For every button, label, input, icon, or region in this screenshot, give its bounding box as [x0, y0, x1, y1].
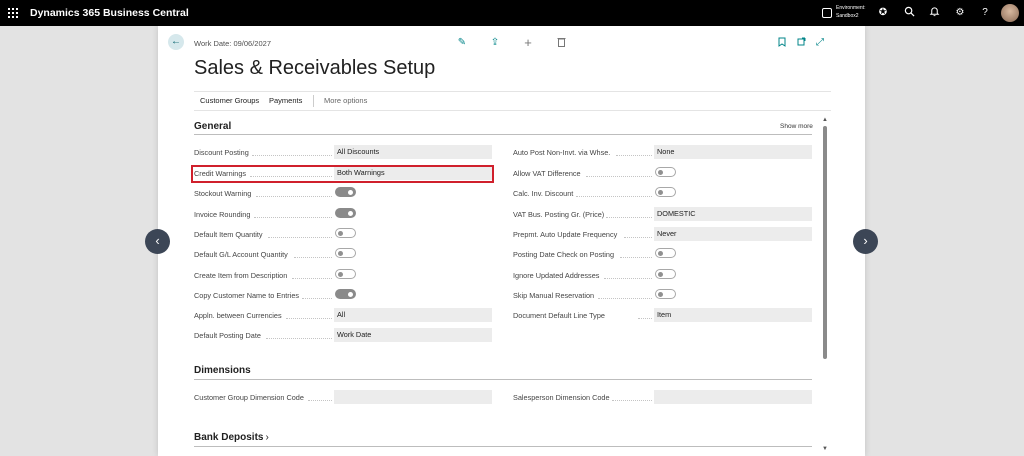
- field-leader: [302, 298, 332, 299]
- back-arrow-icon[interactable]: ←: [168, 34, 184, 50]
- field-label-posting-date-check: Posting Date Check on Posting: [513, 250, 614, 259]
- field-label-ignore-updated-addresses: Ignore Updated Addresses: [513, 271, 600, 280]
- work-date: Work Date: 09/06/2027: [194, 39, 271, 48]
- field-auto-post-non-invt[interactable]: None: [654, 145, 812, 159]
- bookmark-icon[interactable]: [776, 37, 788, 50]
- field-label-copy-customer-name: Copy Customer Name to Entries: [194, 291, 300, 300]
- field-leader: [576, 196, 652, 197]
- toggle-skip-manual-reservation[interactable]: [655, 289, 676, 299]
- field-leader: [256, 196, 332, 197]
- expand-icon[interactable]: ⤢: [814, 37, 826, 48]
- scroll-down-arrow[interactable]: ▼: [822, 446, 828, 452]
- add-icon[interactable]: +: [522, 35, 534, 50]
- field-leader: [292, 278, 332, 279]
- field-label-auto-post-non-invt: Auto Post Non-Invt. via Whse.: [513, 148, 611, 157]
- environment-label[interactable]: Environment: Sandbox2: [836, 4, 865, 20]
- field-leader: [606, 217, 652, 218]
- avatar[interactable]: [1001, 4, 1019, 22]
- field-salesperson-dimension[interactable]: [654, 390, 812, 404]
- field-leader: [586, 176, 652, 177]
- field-leader: [616, 155, 652, 156]
- field-leader: [624, 237, 652, 238]
- edit-icon[interactable]: ✎: [456, 37, 468, 48]
- field-leader: [308, 400, 332, 401]
- scroll-up-arrow[interactable]: ▲: [822, 117, 828, 123]
- field-label-stockout-warning: Stockout Warning: [194, 189, 252, 198]
- field-leader: [620, 257, 652, 258]
- toggle-ignore-updated-addresses[interactable]: [655, 269, 676, 279]
- chevron-right-icon: ›: [265, 432, 269, 443]
- scrollbar-thumb[interactable]: [823, 126, 827, 359]
- credit-warnings-highlight: [191, 165, 494, 183]
- gear-icon[interactable]: ⚙: [953, 6, 967, 20]
- section-divider: [194, 379, 812, 380]
- copilot-icon[interactable]: ✪: [876, 6, 890, 20]
- field-label-invoice-rounding: Invoice Rounding: [194, 210, 251, 219]
- bell-icon[interactable]: [927, 6, 941, 20]
- toggle-posting-date-check[interactable]: [655, 248, 676, 258]
- chevron-right-icon[interactable]: ›: [853, 229, 878, 254]
- field-document-default-line-type[interactable]: Item: [654, 308, 812, 322]
- field-leader: [294, 257, 332, 258]
- search-icon[interactable]: [902, 6, 916, 20]
- help-icon[interactable]: ?: [978, 6, 992, 20]
- show-more-link[interactable]: Show more: [780, 123, 813, 130]
- toggle-default-gl-account-quantity[interactable]: [335, 248, 356, 258]
- action-divider: [313, 95, 314, 107]
- app-name[interactable]: Dynamics 365 Business Central: [30, 7, 189, 19]
- section-divider: [194, 446, 812, 447]
- field-label-appln-between-currencies: Appln. between Currencies: [194, 311, 282, 320]
- action-more-options[interactable]: More options: [324, 96, 367, 105]
- field-leader: [638, 318, 652, 319]
- chevron-left-icon[interactable]: ‹: [145, 229, 170, 254]
- field-default-posting-date[interactable]: Work Date: [334, 328, 492, 342]
- environment-icon[interactable]: [822, 8, 832, 18]
- field-label-create-item-from-description: Create Item from Description: [194, 271, 288, 280]
- field-label-default-gl-account-quantity: Default G/L Account Quantity: [194, 250, 288, 259]
- waffle-icon[interactable]: [8, 8, 18, 18]
- field-label-document-default-line-type: Document Default Line Type: [513, 311, 605, 320]
- field-label-default-item-quantity: Default Item Quantity: [194, 230, 263, 239]
- section-general-heading[interactable]: General: [194, 121, 231, 132]
- toggle-default-item-quantity[interactable]: [335, 228, 356, 238]
- delete-icon[interactable]: [555, 37, 567, 50]
- field-leader: [612, 400, 652, 401]
- toggle-calc-inv-discount[interactable]: [655, 187, 676, 197]
- field-label-allow-vat-difference: Allow VAT Difference: [513, 169, 581, 178]
- field-leader: [604, 278, 652, 279]
- field-label-default-posting-date: Default Posting Date: [194, 331, 261, 340]
- share-icon[interactable]: ⇪: [489, 37, 501, 48]
- section-bank-deposits-heading[interactable]: Bank Deposits ›: [194, 432, 269, 443]
- action-customer-groups[interactable]: Customer Groups: [200, 96, 259, 105]
- field-leader: [266, 338, 332, 339]
- field-label-customer-group-dimension: Customer Group Dimension Code: [194, 393, 304, 402]
- page-title: Sales & Receivables Setup: [194, 57, 436, 79]
- field-label-salesperson-dimension: Salesperson Dimension Code: [513, 393, 610, 402]
- field-label-discount-posting: Discount Posting: [194, 148, 249, 157]
- toggle-create-item-from-description[interactable]: [335, 269, 356, 279]
- field-leader: [268, 237, 332, 238]
- toggle-invoice-rounding[interactable]: [335, 208, 356, 218]
- field-prepmt-auto-update[interactable]: Never: [654, 227, 812, 241]
- open-new-window-icon[interactable]: [795, 37, 807, 49]
- toggle-stockout-warning[interactable]: [335, 187, 356, 197]
- field-leader: [252, 155, 332, 156]
- section-dimensions-heading[interactable]: Dimensions: [194, 365, 251, 376]
- field-label-calc-inv-discount: Calc. Inv. Discount: [513, 189, 574, 198]
- field-customer-group-dimension[interactable]: [334, 390, 492, 404]
- field-leader: [286, 318, 332, 319]
- field-discount-posting[interactable]: All Discounts: [334, 145, 492, 159]
- field-label-vat-bus-posting-gr: VAT Bus. Posting Gr. (Price): [513, 210, 605, 219]
- toggle-allow-vat-difference[interactable]: [655, 167, 676, 177]
- field-appln-between-currencies[interactable]: All: [334, 308, 492, 322]
- toggle-copy-customer-name[interactable]: [335, 289, 356, 299]
- field-leader: [598, 298, 652, 299]
- field-vat-bus-posting-gr[interactable]: DOMESTIC: [654, 207, 812, 221]
- section-divider: [194, 134, 812, 135]
- app-bar: Dynamics 365 Business Central Environmen…: [0, 0, 1024, 26]
- field-leader: [254, 217, 332, 218]
- field-label-skip-manual-reservation: Skip Manual Reservation: [513, 291, 595, 300]
- action-payments[interactable]: Payments: [269, 96, 302, 105]
- field-label-prepmt-auto-update: Prepmt. Auto Update Frequency: [513, 230, 618, 239]
